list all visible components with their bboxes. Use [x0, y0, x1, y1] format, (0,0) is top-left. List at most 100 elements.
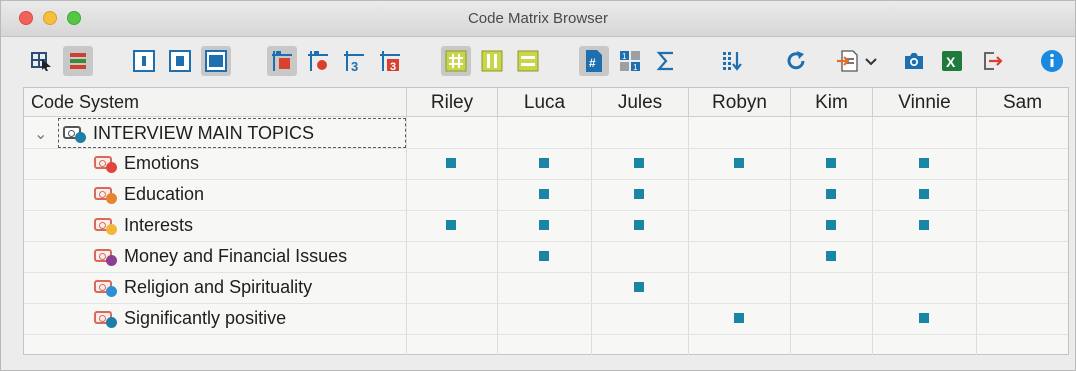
- column-header-sam[interactable]: Sam: [976, 88, 1068, 117]
- column-header-jules[interactable]: Jules: [591, 88, 688, 117]
- columns-icon: [481, 50, 503, 72]
- select-cells-button[interactable]: [27, 46, 57, 76]
- matrix-cell-marker[interactable]: [826, 189, 836, 199]
- matrix-cell-marker[interactable]: [919, 158, 929, 168]
- refresh-icon: [787, 51, 805, 70]
- code-matrix-panel: Code System Riley Luca Jules Robyn Kim V…: [23, 87, 1069, 355]
- matrix-cell-marker[interactable]: [539, 220, 549, 230]
- rows-button[interactable]: [513, 46, 543, 76]
- view-medium-button[interactable]: [165, 46, 195, 76]
- numbered-code-red-icon: 3: [380, 51, 400, 73]
- code-icon: [63, 124, 87, 143]
- matrix-cell-marker[interactable]: [446, 220, 456, 230]
- sort-down-icon: [723, 52, 742, 71]
- code-row-education[interactable]: Education: [94, 179, 204, 209]
- code-label: Significantly positive: [124, 307, 287, 328]
- column-header-robyn[interactable]: Robyn: [688, 88, 790, 117]
- window-title: Code Matrix Browser: [467, 10, 609, 27]
- code-label: Education: [124, 183, 205, 204]
- camera-button[interactable]: [899, 46, 929, 76]
- matrix-cell-marker[interactable]: [539, 189, 549, 199]
- info-icon: [1041, 50, 1063, 72]
- excel-icon: X: [942, 51, 962, 71]
- sort-down-button[interactable]: [717, 46, 747, 76]
- code-grid-icon: [272, 51, 292, 71]
- column-header-vinnie[interactable]: Vinnie: [872, 88, 976, 117]
- column-header-luca[interactable]: Luca: [497, 88, 591, 117]
- view-narrow-button[interactable]: [129, 46, 159, 76]
- color-bars-button[interactable]: [63, 46, 93, 76]
- excel-button[interactable]: X: [937, 46, 967, 76]
- view-wide-button[interactable]: [201, 46, 231, 76]
- code-grid-button[interactable]: [267, 46, 297, 76]
- toolbar: 3 3 # 1 1 X: [1, 37, 1075, 87]
- code-row-interests[interactable]: Interests: [94, 210, 193, 240]
- view-narrow-icon: [133, 50, 155, 72]
- grid-hash-button[interactable]: [441, 46, 471, 76]
- view-medium-icon: [169, 50, 191, 72]
- matrix-cell-marker[interactable]: [734, 158, 744, 168]
- export-icon: [837, 50, 877, 72]
- matrix-cell-marker[interactable]: [919, 189, 929, 199]
- svg-text:X: X: [946, 54, 956, 70]
- code-icon: [94, 154, 118, 173]
- code-icon: [94, 216, 118, 235]
- select-cells-icon: [31, 52, 51, 71]
- code-row-money[interactable]: Money and Financial Issues: [94, 241, 347, 271]
- numbers-grid-button[interactable]: 1 1: [615, 46, 645, 76]
- columns-button[interactable]: [477, 46, 507, 76]
- refresh-button[interactable]: [781, 46, 811, 76]
- matrix-cell-marker[interactable]: [634, 189, 644, 199]
- numbered-code-icon: 3: [344, 51, 364, 73]
- hash-button[interactable]: #: [579, 46, 609, 76]
- matrix-cell-marker[interactable]: [634, 220, 644, 230]
- numbers-grid-icon: 1 1: [620, 51, 640, 72]
- matrix-cell-marker[interactable]: [539, 158, 549, 168]
- title-bar: Code Matrix Browser: [1, 1, 1075, 37]
- code-node-button[interactable]: [303, 46, 333, 76]
- sigma-icon: [656, 51, 673, 71]
- code-icon: [94, 309, 118, 328]
- hash-icon: #: [586, 50, 602, 72]
- code-icon: [94, 278, 118, 297]
- code-row-religion[interactable]: Religion and Spirituality: [94, 272, 312, 302]
- export-button[interactable]: [833, 46, 881, 76]
- svg-text:3: 3: [351, 59, 358, 73]
- svg-text:#: #: [589, 56, 596, 70]
- sigma-button[interactable]: [651, 46, 681, 76]
- matrix-cell-marker[interactable]: [826, 158, 836, 168]
- root-code-row[interactable]: INTERVIEW MAIN TOPICS: [58, 118, 406, 148]
- code-icon: [94, 247, 118, 266]
- code-node-icon: [308, 51, 328, 71]
- code-matrix-window: Code Matrix Browser 3 3 # 1 1 X Code Sys…: [0, 0, 1076, 371]
- matrix-cell-marker[interactable]: [826, 220, 836, 230]
- svg-text:1: 1: [622, 52, 627, 61]
- view-wide-icon: [205, 50, 227, 72]
- info-button[interactable]: [1037, 46, 1067, 76]
- matrix-cell-marker[interactable]: [734, 313, 744, 323]
- matrix-cell-marker[interactable]: [634, 282, 644, 292]
- matrix-cell-marker[interactable]: [919, 313, 929, 323]
- numbered-code-button[interactable]: 3: [339, 46, 369, 76]
- exit-icon: [984, 52, 1003, 70]
- root-code-label: INTERVIEW MAIN TOPICS: [93, 122, 315, 143]
- rows-icon: [517, 50, 539, 72]
- matrix-cell-marker[interactable]: [826, 251, 836, 261]
- column-header-riley[interactable]: Riley: [406, 88, 497, 117]
- collapse-chevron-icon[interactable]: ⌄: [34, 124, 47, 144]
- column-header-kim[interactable]: Kim: [790, 88, 872, 117]
- code-label: Money and Financial Issues: [124, 245, 348, 266]
- code-row-significantly-positive[interactable]: Significantly positive: [94, 303, 286, 333]
- camera-icon: [905, 53, 923, 69]
- exit-button[interactable]: [977, 46, 1007, 76]
- matrix-header: Code System Riley Luca Jules Robyn Kim V…: [24, 88, 1068, 117]
- matrix-cell-marker[interactable]: [634, 158, 644, 168]
- code-system-header[interactable]: Code System: [24, 88, 406, 117]
- grid-hash-icon: [445, 50, 467, 72]
- matrix-cell-marker[interactable]: [446, 158, 456, 168]
- code-row-emotions[interactable]: Emotions: [94, 148, 199, 178]
- numbered-code-red-button[interactable]: 3: [375, 46, 405, 76]
- code-label: Religion and Spirituality: [124, 276, 313, 297]
- matrix-cell-marker[interactable]: [539, 251, 549, 261]
- matrix-cell-marker[interactable]: [919, 220, 929, 230]
